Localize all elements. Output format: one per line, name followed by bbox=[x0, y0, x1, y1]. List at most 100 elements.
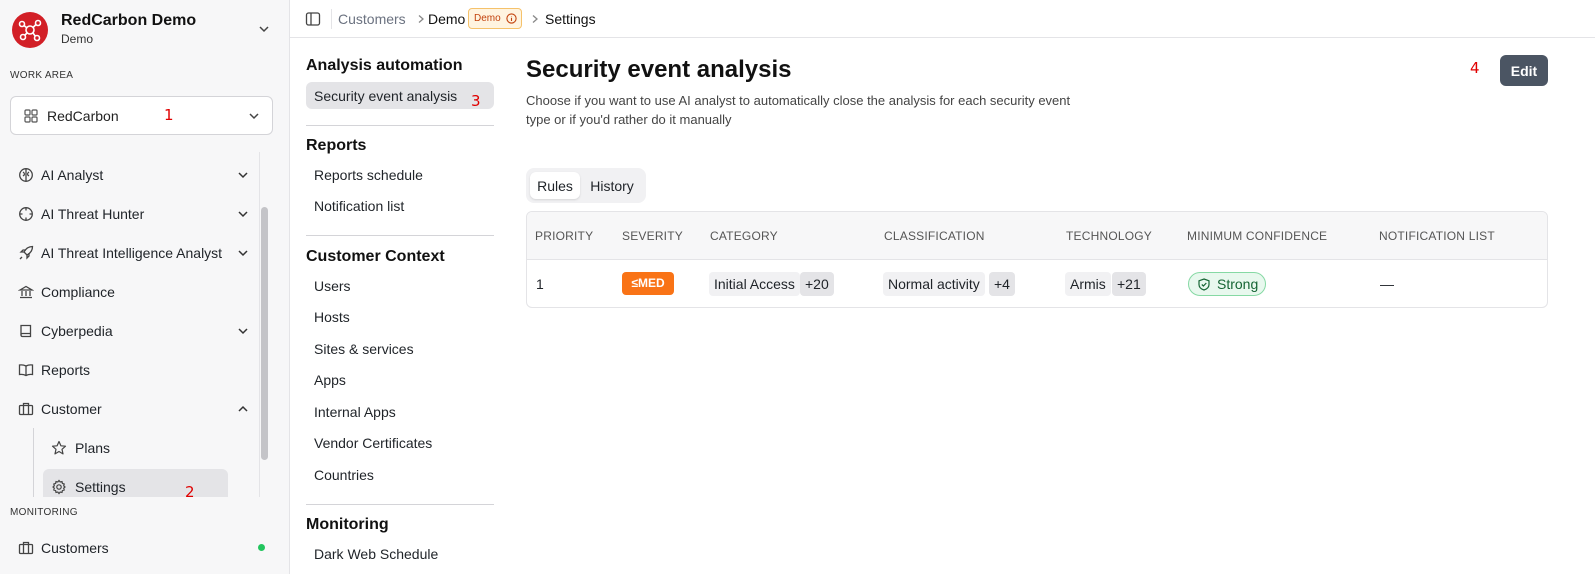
tab-rules[interactable]: Rules bbox=[530, 172, 580, 199]
demo-badge-label: Demo bbox=[474, 13, 501, 24]
work-area-value: RedCarbon bbox=[47, 108, 119, 124]
page-title: Security event analysis bbox=[526, 56, 792, 83]
sidebar-item-ai-analyst[interactable]: AI Analyst bbox=[12, 158, 256, 192]
chevron-down-icon bbox=[237, 325, 249, 337]
sidebar-item-cyberpedia[interactable]: Cyberpedia bbox=[12, 314, 256, 348]
settings-item-sites-services[interactable]: Sites & services bbox=[306, 335, 494, 362]
chevron-right-icon bbox=[530, 14, 540, 24]
technology-chip: Armis bbox=[1065, 272, 1111, 296]
sidebar-item-label: AI Analyst bbox=[41, 167, 104, 183]
settings-section-title: Customer Context bbox=[306, 248, 445, 265]
settings-item-internal-apps[interactable]: Internal Apps bbox=[306, 398, 494, 425]
sidebar-scrollbar[interactable] bbox=[261, 207, 268, 460]
chevron-down-icon[interactable] bbox=[258, 23, 270, 35]
annotation-marker-3: 3 bbox=[471, 92, 481, 110]
rules-table: PRIORITY SEVERITY CATEGORY CLASSIFICATIO… bbox=[526, 211, 1548, 308]
briefcase-icon bbox=[18, 540, 34, 556]
settings-item-label: Apps bbox=[314, 372, 346, 388]
demo-badge: Demo bbox=[468, 8, 522, 29]
sidebar-toggle-icon[interactable] bbox=[305, 11, 321, 27]
sidebar-item-customer[interactable]: Customer bbox=[12, 392, 256, 426]
chevron-right-icon bbox=[416, 14, 426, 24]
chevron-up-icon bbox=[237, 403, 249, 415]
settings-item-apps[interactable]: Apps bbox=[306, 366, 494, 393]
settings-item-label: Security event analysis bbox=[314, 88, 458, 104]
settings-item-label: Countries bbox=[314, 467, 374, 483]
sidebar-subitem-settings[interactable]: Settings bbox=[43, 469, 228, 497]
brain-icon bbox=[18, 167, 34, 183]
sidebar-item-label: AI Threat Hunter bbox=[41, 206, 145, 222]
tab-bar: Rules History bbox=[526, 168, 646, 203]
settings-section-title: Analysis automation bbox=[306, 57, 463, 74]
column-header-notification-list[interactable]: NOTIFICATION LIST bbox=[1379, 229, 1495, 243]
classification-chip: Normal activity bbox=[883, 272, 985, 296]
settings-item-label: Sites & services bbox=[314, 341, 414, 357]
brand-subtitle: Demo bbox=[61, 32, 94, 46]
settings-item-countries[interactable]: Countries bbox=[306, 461, 494, 488]
settings-item-vendor-certificates[interactable]: Vendor Certificates bbox=[306, 429, 494, 456]
settings-item-hosts[interactable]: Hosts bbox=[306, 303, 494, 330]
redcarbon-logo-icon bbox=[12, 12, 48, 48]
settings-item-reports-schedule[interactable]: Reports schedule bbox=[306, 161, 494, 188]
top-bar: Customers Demo Demo Settings bbox=[290, 0, 1595, 38]
sidebar-item-label: Settings bbox=[75, 479, 126, 495]
bank-icon bbox=[18, 284, 34, 300]
sidebar-item-customers[interactable]: Customers bbox=[12, 535, 272, 561]
confidence-label: Strong bbox=[1217, 276, 1259, 292]
settings-item-security-event-analysis[interactable]: Security event analysis bbox=[306, 82, 494, 109]
work-area-select[interactable]: RedCarbon bbox=[10, 96, 273, 135]
settings-item-users[interactable]: Users bbox=[306, 272, 494, 299]
brand-switcher[interactable]: RedCarbon Demo Demo bbox=[10, 10, 278, 50]
category-more-chip[interactable]: +20 bbox=[800, 272, 834, 296]
column-header-severity[interactable]: SEVERITY bbox=[622, 229, 683, 243]
annotation-marker-2: 2 bbox=[185, 483, 195, 501]
divider bbox=[331, 9, 332, 29]
breadcrumb-settings: Settings bbox=[545, 11, 596, 27]
sidebar-item-reports[interactable]: Reports bbox=[12, 353, 256, 387]
submenu-guide-line bbox=[33, 428, 34, 497]
table-row[interactable]: 1 ≤MED Initial Access +20 Normal activit… bbox=[527, 260, 1547, 307]
column-header-classification[interactable]: CLASSIFICATION bbox=[884, 229, 985, 243]
chevron-down-icon bbox=[237, 247, 249, 259]
confidence-badge: Strong bbox=[1188, 272, 1266, 296]
column-header-technology[interactable]: TECHNOLOGY bbox=[1066, 229, 1152, 243]
star-icon bbox=[51, 440, 67, 456]
column-header-priority[interactable]: PRIORITY bbox=[535, 229, 593, 243]
sidebar-item-label: Customers bbox=[41, 540, 109, 556]
open-book-icon bbox=[18, 362, 34, 378]
settings-item-label: Dark Web Schedule bbox=[314, 546, 439, 562]
settings-item-notification-list[interactable]: Notification list bbox=[306, 192, 494, 219]
settings-item-label: Hosts bbox=[314, 309, 350, 325]
annotation-marker-4: 4 bbox=[1470, 59, 1480, 77]
settings-item-label: Internal Apps bbox=[314, 404, 396, 420]
severity-badge: ≤MED bbox=[622, 272, 674, 295]
sidebar-item-label: Plans bbox=[75, 440, 111, 456]
tab-label: History bbox=[590, 178, 634, 194]
cell-priority: 1 bbox=[536, 276, 544, 292]
sidebar-item-ai-threat-hunter[interactable]: AI Threat Hunter bbox=[12, 197, 256, 231]
breadcrumb-demo[interactable]: Demo bbox=[428, 11, 465, 27]
divider bbox=[306, 125, 494, 126]
classification-more-chip[interactable]: +4 bbox=[989, 272, 1015, 296]
page-description: Choose if you want to use AI analyst to … bbox=[526, 93, 1071, 127]
technology-more-chip[interactable]: +21 bbox=[1112, 272, 1146, 296]
column-header-minimum-confidence[interactable]: MINIMUM CONFIDENCE bbox=[1187, 229, 1327, 243]
monitoring-label: MONITORING bbox=[10, 507, 78, 518]
settings-item-dark-web-schedule[interactable]: Dark Web Schedule bbox=[306, 540, 494, 567]
breadcrumb-customers[interactable]: Customers bbox=[338, 11, 406, 27]
settings-nav: Analysis automation Security event analy… bbox=[290, 38, 510, 574]
crosshair-icon bbox=[18, 206, 34, 222]
sidebar-nav: AI Analyst AI Threat Hunter AI Threat In… bbox=[0, 152, 258, 497]
main-content: Security event analysis Choose if you wa… bbox=[510, 38, 1595, 574]
sidebar-subitem-plans[interactable]: Plans bbox=[43, 430, 228, 466]
column-header-category[interactable]: CATEGORY bbox=[710, 229, 778, 243]
shield-check-icon bbox=[1198, 278, 1210, 291]
sidebar-item-label: Cyberpedia bbox=[41, 323, 113, 339]
divider bbox=[306, 235, 494, 236]
sidebar-item-ai-threat-intelligence-analyst[interactable]: AI Threat Intelligence Analyst bbox=[12, 236, 256, 270]
tab-history[interactable]: History bbox=[582, 172, 642, 199]
brand-title: RedCarbon Demo bbox=[61, 12, 197, 29]
sidebar-item-compliance[interactable]: Compliance bbox=[12, 275, 256, 309]
edit-button[interactable]: Edit bbox=[1500, 55, 1548, 86]
chevron-down-icon bbox=[237, 169, 249, 181]
